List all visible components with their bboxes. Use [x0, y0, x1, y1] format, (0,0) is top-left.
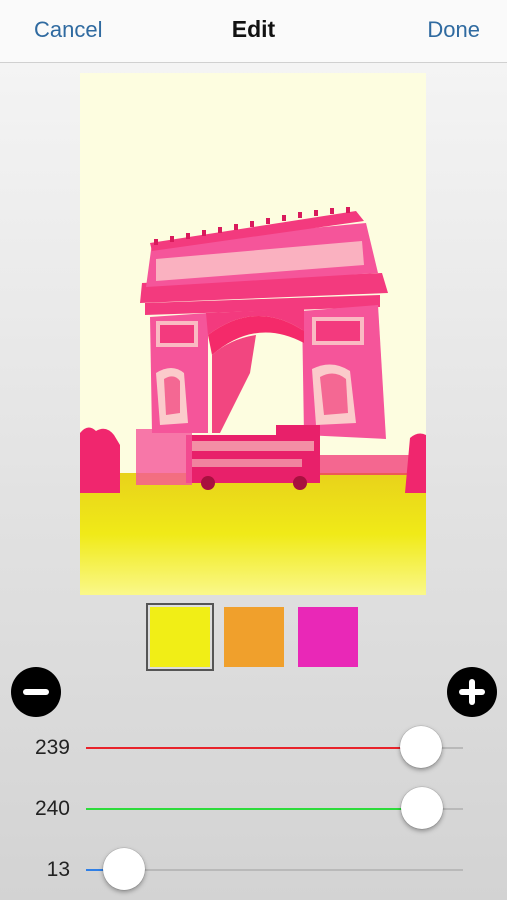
slider-thumb-green[interactable] — [401, 787, 444, 829]
slider-row-blue: 13 — [0, 848, 507, 890]
swatch-yellow[interactable] — [146, 603, 214, 671]
plus-circle-icon[interactable] — [447, 667, 497, 717]
slider-value-green: 240 — [34, 797, 70, 820]
photo-preview — [80, 73, 426, 595]
done-button[interactable]: Done — [427, 17, 480, 43]
slider-fill-green — [86, 808, 423, 810]
swatch-magenta[interactable] — [298, 607, 358, 667]
slider-track-green[interactable] — [86, 787, 463, 829]
slider-value-red: 239 — [34, 736, 70, 759]
slider-fill-red — [86, 747, 421, 749]
slider-row-green: 240 — [0, 787, 507, 829]
slider-row-red: 239 — [0, 726, 507, 768]
navigation-bar: Cancel Edit Done — [0, 0, 507, 63]
slider-thumb-red[interactable] — [399, 726, 442, 768]
slider-value-blue: 13 — [46, 858, 70, 881]
swatch-orange[interactable] — [224, 607, 284, 667]
slider-track-blue[interactable] — [86, 848, 463, 890]
slider-track-red[interactable] — [86, 726, 463, 768]
color-swatch-row — [0, 603, 507, 671]
minus-circle-icon[interactable] — [11, 667, 61, 717]
arc-de-triomphe-image — [80, 73, 426, 595]
slider-thumb-blue[interactable] — [103, 848, 146, 890]
